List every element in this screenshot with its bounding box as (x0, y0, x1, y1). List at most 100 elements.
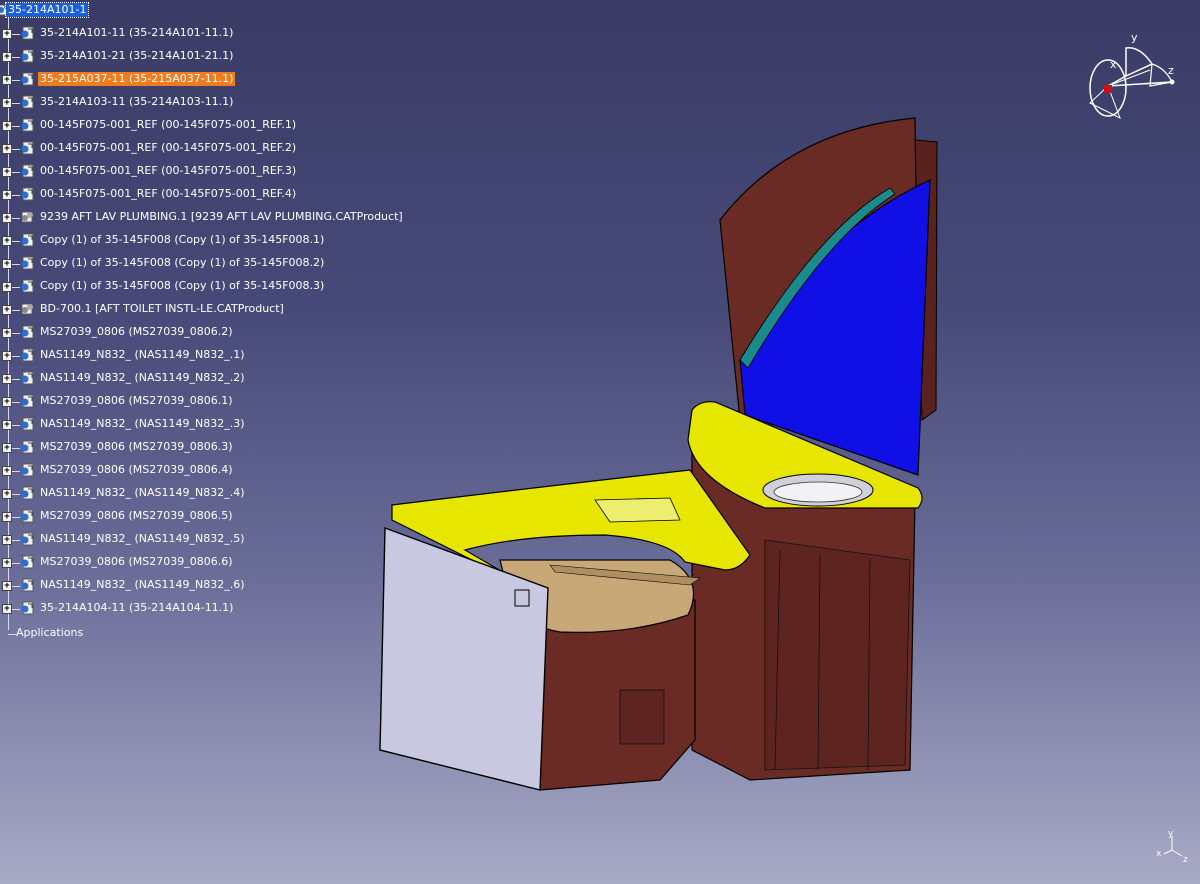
tree-node-label[interactable]: MS27039_0806 (MS27039_0806.2) (38, 325, 235, 339)
tree-node-label[interactable]: 35-214A101-11 (35-214A101-11.1) (38, 26, 235, 40)
tree-node[interactable]: + Copy (1) of 35-145F008 (Copy (1) of 35-… (0, 254, 420, 274)
part-icon (19, 508, 35, 524)
tree-node[interactable]: + MS27039_0806 (MS27039_0806.5) (0, 507, 420, 527)
compass-icon[interactable]: y x z (1080, 28, 1190, 128)
expand-icon[interactable]: + (2, 558, 12, 568)
expand-icon[interactable]: + (2, 282, 12, 292)
expand-icon[interactable]: + (2, 29, 12, 39)
tree-node-label[interactable]: 9239 AFT LAV PLUMBING.1 [9239 AFT LAV PL… (38, 210, 405, 224)
tree-root-label[interactable]: 35-214A101-1 (4, 2, 90, 18)
tree-node-label[interactable]: NAS1149_N832_ (NAS1149_N832_.5) (38, 532, 246, 546)
tree-node-label[interactable]: NAS1149_N832_ (NAS1149_N832_.4) (38, 486, 246, 500)
expand-icon[interactable]: + (2, 144, 12, 154)
expand-icon[interactable]: + (2, 581, 12, 591)
expand-icon[interactable]: + (2, 374, 12, 384)
tree-node-label[interactable]: NAS1149_N832_ (NAS1149_N832_.6) (38, 578, 246, 592)
tree-node[interactable]: + NAS1149_N832_ (NAS1149_N832_.3) (0, 415, 420, 435)
tree-node[interactable]: +35-214A101-21 (35-214A101-21.1) (0, 47, 420, 67)
tree-node[interactable]: +9239 AFT LAV PLUMBING.1 [9239 AFT LAV P… (0, 208, 420, 228)
tree-node[interactable]: + MS27039_0806 (MS27039_0806.3) (0, 438, 420, 458)
tree-node[interactable]: + Copy (1) of 35-145F008 (Copy (1) of 35-… (0, 277, 420, 297)
expand-icon[interactable]: + (2, 213, 12, 223)
tree-node-label[interactable]: 35-214A104-11 (35-214A104-11.1) (38, 601, 235, 615)
part-icon (19, 278, 35, 294)
tree-node[interactable]: + BD-700.1 [AFT TOILET INSTL-LE.CATProduc… (0, 300, 420, 320)
axis-x-label: x (1156, 849, 1162, 859)
part-icon (19, 25, 35, 41)
expand-icon[interactable]: + (2, 190, 12, 200)
tree-node[interactable]: +35-214A103-11 (35-214A103-11.1) (0, 93, 420, 113)
expand-icon[interactable]: + (2, 489, 12, 499)
tree-root-node[interactable]: 35-214A101-1 (0, 1, 420, 21)
tree-node-label[interactable]: NAS1149_N832_ (NAS1149_N832_.3) (38, 417, 246, 431)
expand-icon[interactable]: + (2, 52, 12, 62)
expand-icon[interactable]: + (2, 236, 12, 246)
expand-icon[interactable]: + (2, 75, 12, 85)
tree-node-label-selected[interactable]: 35-215A037-11 (35-215A037-11.1) (38, 72, 236, 86)
part-icon (19, 462, 35, 478)
tree-applications-label[interactable]: Applications (14, 626, 85, 640)
tree-node-label[interactable]: NAS1149_N832_ (NAS1149_N832_.2) (38, 371, 246, 385)
tree-node-label[interactable]: 00-145F075-001_REF (00-145F075-001_REF.4… (38, 187, 298, 201)
tree-node-label[interactable]: MS27039_0806 (MS27039_0806.4) (38, 463, 235, 477)
expand-icon[interactable]: + (2, 351, 12, 361)
tree-node[interactable]: + NAS1149_N832_ (NAS1149_N832_.4) (0, 484, 420, 504)
tree-applications-node[interactable]: Applications (0, 624, 420, 644)
tree-node-label[interactable]: MS27039_0806 (MS27039_0806.5) (38, 509, 235, 523)
tree-node-label[interactable]: 00-145F075-001_REF (00-145F075-001_REF.1… (38, 118, 298, 132)
compass-y-label: y (1131, 31, 1138, 44)
expand-icon[interactable]: + (2, 397, 12, 407)
tree-node[interactable]: +35-214A101-11 (35-214A101-11.1) (0, 24, 420, 44)
expand-icon[interactable]: + (2, 259, 12, 269)
axis-z-label: z (1183, 855, 1188, 865)
lavatory-3d-model[interactable] (370, 110, 940, 800)
tree-node[interactable]: + NAS1149_N832_ (NAS1149_N832_.1) (0, 346, 420, 366)
tree-node-label[interactable]: MS27039_0806 (MS27039_0806.6) (38, 555, 235, 569)
tree-node[interactable]: + MS27039_0806 (MS27039_0806.1) (0, 392, 420, 412)
tree-node-label[interactable]: 35-214A103-11 (35-214A103-11.1) (38, 95, 235, 109)
expand-icon[interactable]: + (2, 328, 12, 338)
tree-node-label[interactable]: 35-214A101-21 (35-214A101-21.1) (38, 49, 235, 63)
tree-node[interactable]: + NAS1149_N832_ (NAS1149_N832_.2) (0, 369, 420, 389)
tree-node[interactable]: +00-145F075-001_REF (00-145F075-001_REF.… (0, 116, 420, 136)
tree-node[interactable]: +00-145F075-001_REF (00-145F075-001_REF.… (0, 162, 420, 182)
tree-node-label[interactable]: Copy (1) of 35-145F008 (Copy (1) of 35-1… (38, 233, 326, 247)
part-icon (19, 255, 35, 271)
tree-node[interactable]: +35-214A104-11 (35-214A104-11.1) (0, 599, 420, 619)
tree-node[interactable]: +35-215A037-11 (35-215A037-11.1) (0, 70, 420, 90)
part-icon (19, 347, 35, 363)
tree-node-label[interactable]: BD-700.1 [AFT TOILET INSTL-LE.CATProduct… (38, 302, 286, 316)
expand-icon[interactable]: + (2, 167, 12, 177)
part-icon (19, 600, 35, 616)
tree-node-label[interactable]: MS27039_0806 (MS27039_0806.3) (38, 440, 235, 454)
axis-y-label: y (1168, 829, 1174, 839)
tree-node-label[interactable]: Copy (1) of 35-145F008 (Copy (1) of 35-1… (38, 279, 326, 293)
expand-icon[interactable]: + (2, 604, 12, 614)
tree-node-label[interactable]: 00-145F075-001_REF (00-145F075-001_REF.3… (38, 164, 298, 178)
expand-icon[interactable]: + (2, 98, 12, 108)
tree-node[interactable]: + Copy (1) of 35-145F008 (Copy (1) of 35-… (0, 231, 420, 251)
3d-viewport[interactable]: 35-214A101-1 +35-214A101-11 (35-214A101-… (0, 0, 1200, 884)
tree-node-label[interactable]: 00-145F075-001_REF (00-145F075-001_REF.2… (38, 141, 298, 155)
expand-icon[interactable]: + (2, 121, 12, 131)
part-icon (19, 531, 35, 547)
tree-node-label[interactable]: Copy (1) of 35-145F008 (Copy (1) of 35-1… (38, 256, 326, 270)
expand-icon[interactable]: + (2, 305, 12, 315)
tree-node[interactable]: +00-145F075-001_REF (00-145F075-001_REF.… (0, 139, 420, 159)
part-icon (19, 163, 35, 179)
tree-node[interactable]: + NAS1149_N832_ (NAS1149_N832_.5) (0, 530, 420, 550)
expand-icon[interactable]: + (2, 443, 12, 453)
axis-triad-icon: y x z (1156, 829, 1188, 865)
expand-icon[interactable]: + (2, 512, 12, 522)
expand-icon[interactable]: + (2, 535, 12, 545)
tree-node[interactable]: + MS27039_0806 (MS27039_0806.4) (0, 461, 420, 481)
part-icon (19, 439, 35, 455)
tree-node[interactable]: + MS27039_0806 (MS27039_0806.2) (0, 323, 420, 343)
expand-icon[interactable]: + (2, 466, 12, 476)
tree-node[interactable]: + MS27039_0806 (MS27039_0806.6) (0, 553, 420, 573)
expand-icon[interactable]: + (2, 420, 12, 430)
tree-node-label[interactable]: NAS1149_N832_ (NAS1149_N832_.1) (38, 348, 246, 362)
tree-node-label[interactable]: MS27039_0806 (MS27039_0806.1) (38, 394, 235, 408)
tree-node[interactable]: +00-145F075-001_REF (00-145F075-001_REF.… (0, 185, 420, 205)
tree-node[interactable]: + NAS1149_N832_ (NAS1149_N832_.6) (0, 576, 420, 596)
